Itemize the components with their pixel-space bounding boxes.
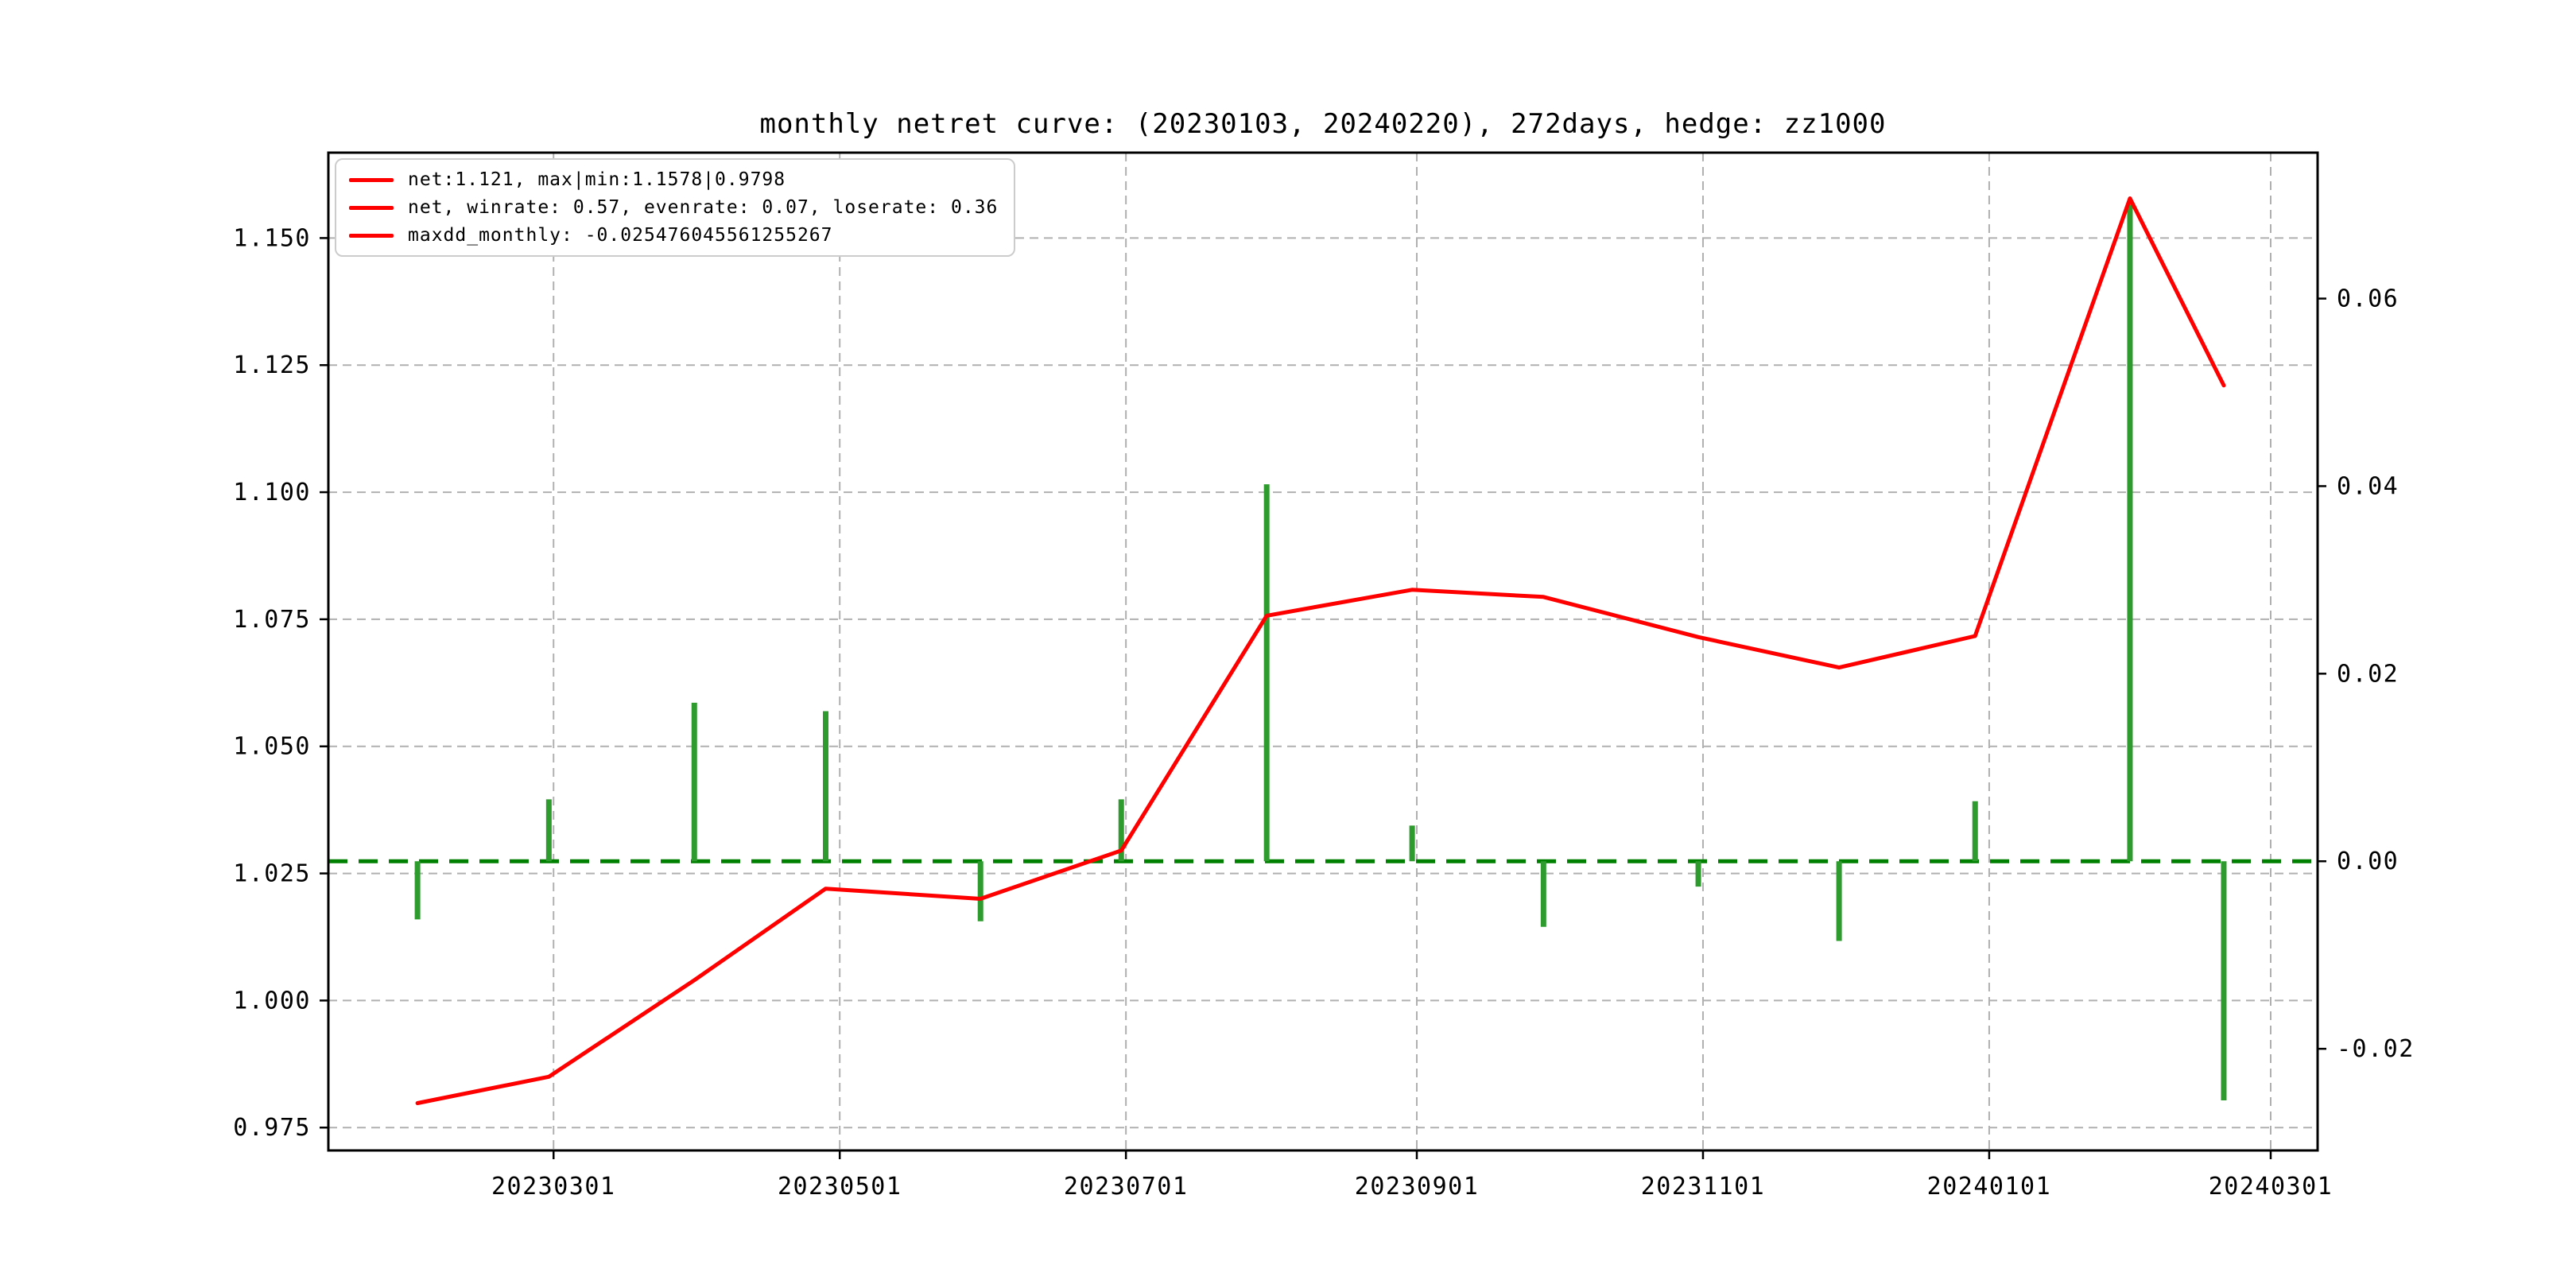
y-tick-label-right: 0.04 — [2337, 472, 2399, 500]
red-line-icon — [349, 205, 394, 210]
y-tick-label-left: 1.125 — [233, 351, 311, 379]
y-tick-label-right: 0.00 — [2337, 848, 2399, 875]
legend-entry-label: net, winrate: 0.57, evenrate: 0.07, lose… — [408, 197, 999, 218]
y-tick-label-left: 1.050 — [233, 733, 311, 761]
red-line-icon — [349, 233, 394, 238]
y-tick-label-right: 0.06 — [2337, 285, 2399, 313]
y-tick-label-left: 1.150 — [233, 224, 311, 252]
legend-entry-winrate: net, winrate: 0.57, evenrate: 0.07, lose… — [349, 197, 998, 218]
net-line — [415, 196, 2226, 1105]
x-tick-label: 20231101 — [1641, 1173, 1766, 1201]
x-tick-label: 20240101 — [1927, 1173, 2052, 1201]
x-tick-label: 20230501 — [778, 1173, 902, 1201]
y-tick-label-left: 1.100 — [233, 479, 311, 506]
legend-entry-maxdd: maxdd_monthly: -0.025476045561255267 — [349, 225, 998, 246]
y-tick-label-left: 1.000 — [233, 987, 311, 1014]
legend-entry-label: net:1.121, max|min:1.1578|0.9798 — [408, 169, 786, 190]
legend-entry-label: maxdd_monthly: -0.025476045561255267 — [408, 225, 833, 246]
legend-box: net:1.121, max|min:1.1578|0.9798 net, wi… — [335, 158, 1016, 257]
figure-canvas: monthly netret curve: (20230103, 2024022… — [0, 0, 2576, 1288]
y-tick-label-left: 0.975 — [233, 1114, 311, 1142]
legend-entry-net: net:1.121, max|min:1.1578|0.9798 — [349, 169, 998, 190]
y-tick-label-right: 0.02 — [2337, 660, 2399, 688]
y-tick-label-left: 1.025 — [233, 860, 311, 888]
red-line-icon — [349, 177, 394, 182]
x-tick-label: 20230701 — [1064, 1173, 1189, 1201]
y-tick-label-right: -0.02 — [2337, 1035, 2415, 1063]
x-tick-label: 20230301 — [491, 1173, 616, 1201]
x-tick-label: 20230901 — [1355, 1173, 1480, 1201]
y-tick-label-left: 1.075 — [233, 606, 311, 634]
x-tick-label: 20240301 — [2209, 1173, 2334, 1201]
